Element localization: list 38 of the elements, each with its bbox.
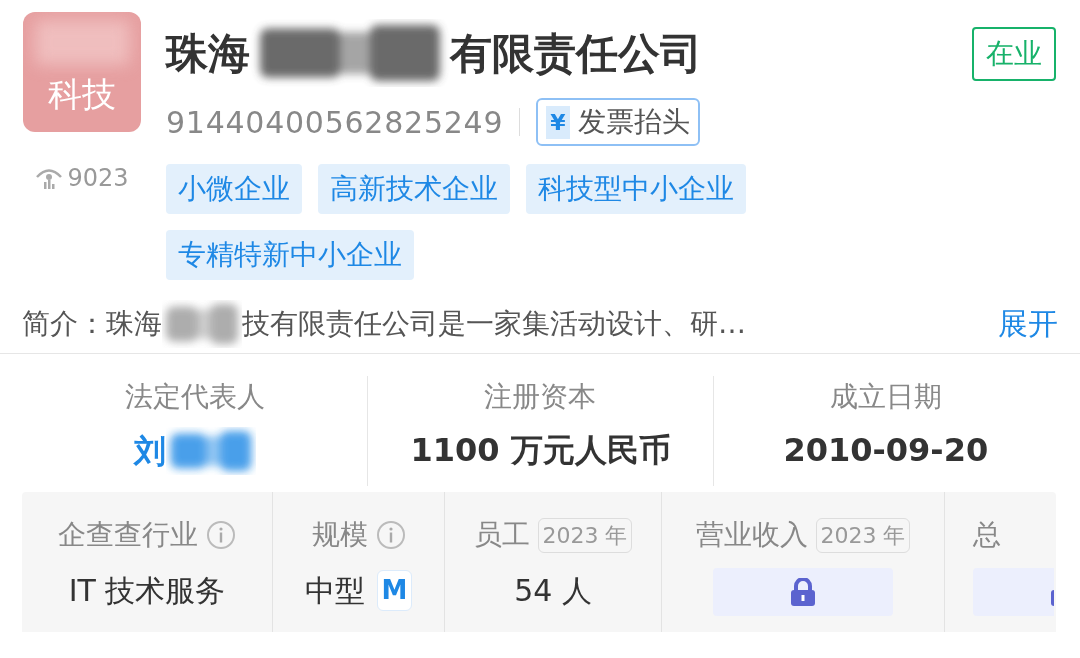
stat-label: 法定代表人 (124, 379, 265, 415)
stat-label: 成立日期 (829, 379, 942, 415)
tag: 小微企业 (166, 164, 302, 214)
metric-label: 企查查行业 (58, 517, 198, 553)
intro-text: 珠海 (106, 305, 162, 342)
stat-value: 1100 万元人民币 (410, 430, 671, 471)
credit-code: 91440400562825249 (166, 103, 504, 142)
info-icon[interactable] (375, 520, 406, 550)
views-icon (35, 166, 64, 190)
status-badge: 在业 (972, 27, 1056, 81)
legal-representative-link[interactable]: 刘 (133, 427, 166, 475)
metric-value: 中型 (304, 572, 365, 610)
view-count: 9023 (67, 163, 129, 194)
intro-label: 简介： (22, 305, 106, 342)
metric-label: 总 (973, 517, 1001, 553)
year-badge: 2023 年 (537, 517, 633, 553)
stat-label: 注册资本 (484, 379, 597, 415)
metric-label: 规模 (311, 517, 368, 553)
lock-icon (790, 578, 816, 606)
invoice-button[interactable]: ¥ 发票抬头 (536, 98, 700, 146)
tag: 专精特新中小企业 (166, 230, 414, 280)
yuan-icon: ¥ (546, 105, 570, 139)
metric-label: 营业收入 (695, 517, 808, 553)
locked-value[interactable] (713, 568, 893, 616)
year-badge: 2023 年 (815, 517, 911, 553)
expand-link[interactable]: 展开 (998, 301, 1058, 346)
metric-value: IT 技术服务 (68, 572, 226, 610)
company-name: 珠海 (166, 27, 250, 80)
metric-value: 54 人 (514, 572, 592, 610)
stat-value: 2010-09-20 (783, 430, 989, 471)
tag: 科技型中小企业 (526, 164, 746, 214)
metric-label: 员工 (473, 517, 530, 553)
size-badge: M (376, 570, 413, 611)
info-icon[interactable] (206, 520, 236, 550)
tag: 高新技术企业 (318, 164, 510, 214)
intro-text: 技有限责任公司是一家集活动设计、研… (242, 305, 746, 342)
logo-text: 科技 (48, 73, 116, 116)
company-name: 有限责任公司 (450, 27, 702, 80)
